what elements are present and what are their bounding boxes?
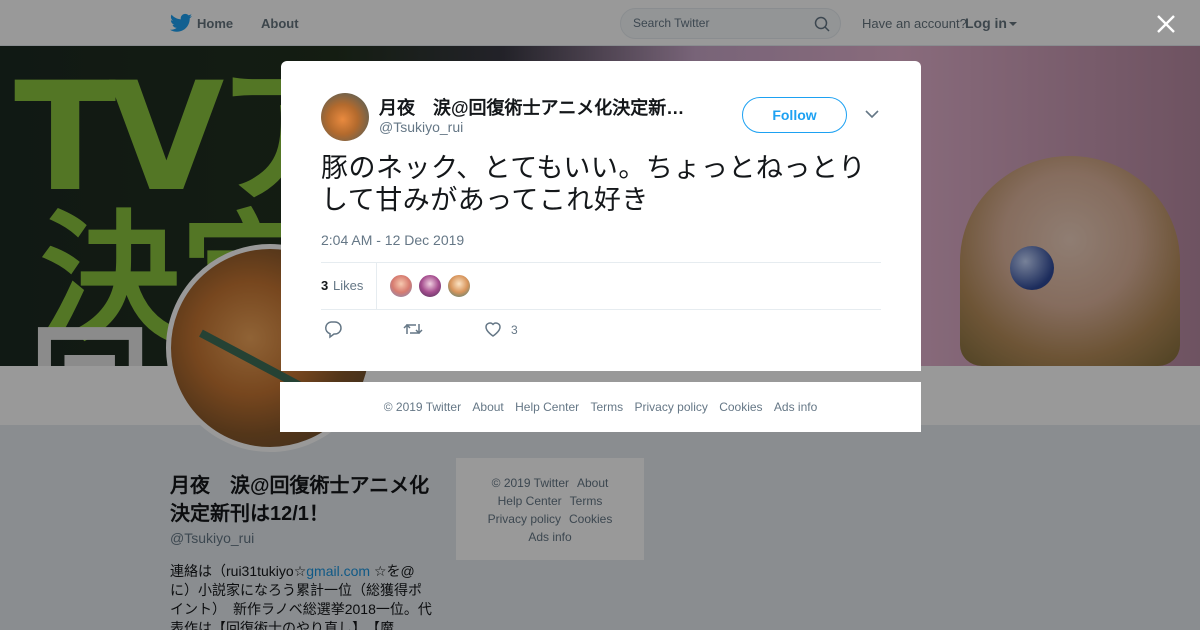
close-icon[interactable] bbox=[1154, 12, 1178, 36]
heart-icon[interactable] bbox=[483, 319, 503, 339]
follow-button[interactable]: Follow bbox=[742, 97, 847, 133]
stats-divider bbox=[376, 263, 377, 310]
footer-copyright: © 2019 Twitter bbox=[383, 400, 462, 414]
tweet-actions: 3 bbox=[321, 319, 881, 343]
author-handle[interactable]: @Tsukiyo_rui bbox=[379, 119, 463, 135]
footer-about-link[interactable]: About bbox=[472, 400, 503, 414]
retweet-icon[interactable] bbox=[403, 319, 423, 339]
author-avatar[interactable] bbox=[321, 93, 369, 141]
footer-help-link[interactable]: Help Center bbox=[515, 400, 579, 414]
footer-ads-link[interactable]: Ads info bbox=[774, 400, 817, 414]
footer-privacy-link[interactable]: Privacy policy bbox=[635, 400, 708, 414]
footer-cookies-link[interactable]: Cookies bbox=[719, 400, 762, 414]
tweet-stats: 3 Likes bbox=[321, 262, 881, 310]
liker-avatar[interactable] bbox=[418, 274, 442, 298]
reply-icon[interactable] bbox=[323, 319, 343, 339]
tweet-modal: 月夜 涙@回復術士アニメ化決定新刊は12/1！ @Tsukiyo_rui Fol… bbox=[281, 61, 921, 371]
tweet-text: 豚のネック、とてもいい。ちょっとねっとりして甘みがあってこれ好き bbox=[321, 153, 866, 216]
liker-avatar[interactable] bbox=[389, 274, 413, 298]
likes-label[interactable]: Likes bbox=[333, 278, 363, 293]
author-name[interactable]: 月夜 涙@回復術士アニメ化決定新刊は12/1！ bbox=[379, 94, 699, 120]
footer-terms-link[interactable]: Terms bbox=[590, 400, 623, 414]
likes-count[interactable]: 3 bbox=[321, 278, 328, 293]
chevron-down-icon[interactable] bbox=[865, 109, 879, 119]
modal-footer: © 2019 Twitter About Help Center Terms P… bbox=[280, 382, 921, 432]
tweet-timestamp[interactable]: 2:04 AM - 12 Dec 2019 bbox=[321, 232, 464, 248]
liker-avatar[interactable] bbox=[447, 274, 471, 298]
like-action-count: 3 bbox=[511, 323, 518, 337]
